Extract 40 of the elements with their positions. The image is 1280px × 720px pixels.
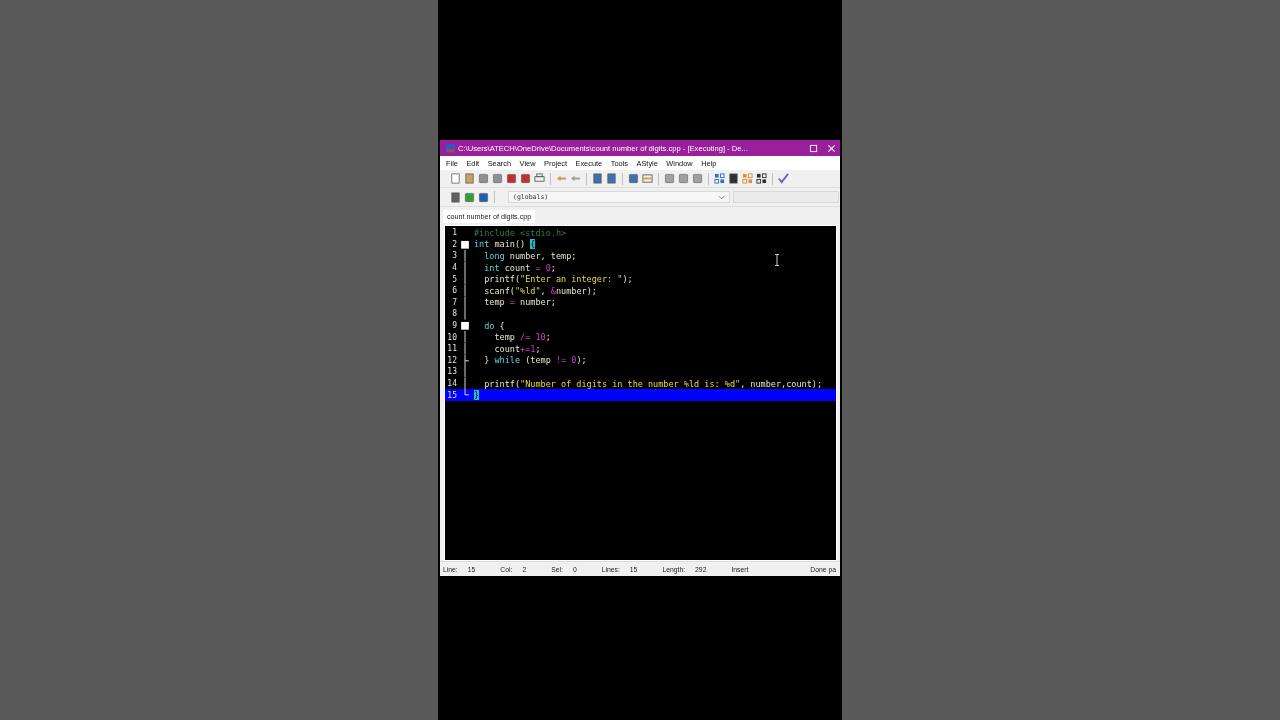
check-icon[interactable] <box>778 173 789 184</box>
code-line: #include <stdio.h> <box>474 227 567 238</box>
line-number: 2 <box>451 239 457 249</box>
line-number: 6 <box>451 286 457 296</box>
line-number: 1 <box>451 228 457 238</box>
code-line: temp = number; <box>483 297 556 308</box>
new-file-icon[interactable] <box>450 173 461 184</box>
text-cursor-icon <box>774 254 780 266</box>
fold-marker-icon[interactable] <box>460 319 470 332</box>
line-number: 9 <box>451 321 457 331</box>
code-line: count+=1; <box>493 343 541 354</box>
line-number: 15 <box>446 390 457 400</box>
line-number: 7 <box>451 297 457 307</box>
code-line: scanf("%ld", &number); <box>483 285 597 296</box>
grid-icon[interactable] <box>714 173 725 184</box>
code-line: temp /= 10; <box>493 332 551 343</box>
line-number: 14 <box>446 379 457 388</box>
close-icon[interactable] <box>827 143 836 153</box>
code-line: } while (temp != 0); <box>483 355 587 366</box>
code-line: do { <box>483 320 505 331</box>
code-line: long number, temp; <box>483 251 577 261</box>
code-line: int main() { <box>474 239 536 250</box>
fold-marker-icon[interactable] <box>460 238 470 251</box>
line-number: 13 <box>446 367 457 377</box>
line-number: 12 <box>446 355 457 365</box>
code-line: printf("Enter an integer: "); <box>483 274 633 285</box>
line-number: 4 <box>451 263 457 273</box>
line-number: 8 <box>451 309 457 319</box>
line-number: 5 <box>451 274 457 284</box>
line-number: 11 <box>446 344 457 354</box>
print-icon[interactable] <box>534 173 545 184</box>
maximize-icon[interactable] <box>809 143 818 153</box>
code-line: printf("Number of digits in the number %ld is: %d", number,count); <box>483 378 822 389</box>
tiles-icon[interactable] <box>756 173 767 184</box>
app-icon <box>446 143 455 153</box>
line-number: 10 <box>446 332 457 342</box>
line-number: 3 <box>451 251 457 261</box>
caret-icon <box>718 194 725 200</box>
code-line: int count = 0; <box>483 262 556 273</box>
code-editor[interactable] <box>444 225 837 561</box>
